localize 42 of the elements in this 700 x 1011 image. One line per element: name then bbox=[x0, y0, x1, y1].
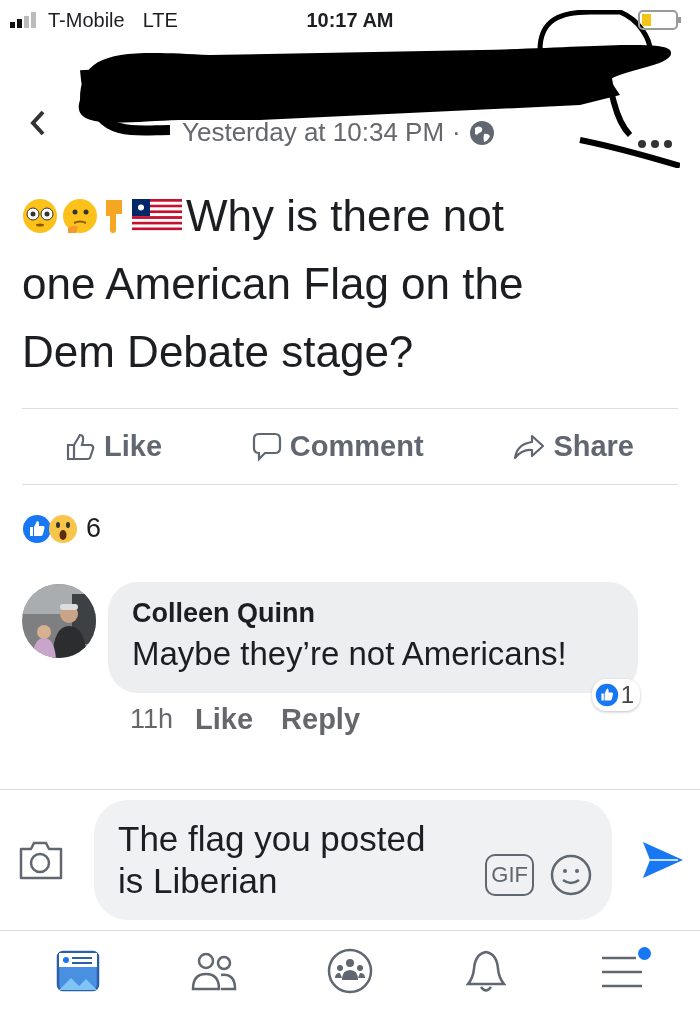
comment-action-link[interactable]: Reply bbox=[275, 701, 367, 738]
comment-author[interactable]: Colleen Quinn bbox=[132, 598, 616, 629]
gif-button[interactable]: GIF bbox=[485, 854, 534, 896]
separator-dot: · bbox=[452, 117, 461, 148]
camera-icon[interactable] bbox=[18, 839, 64, 881]
carrier-name: T-Mobile bbox=[48, 8, 125, 32]
post-text-line: Dem Debate stage? bbox=[22, 327, 414, 376]
thumbs-up-icon bbox=[66, 432, 96, 461]
thinking-face-icon bbox=[62, 198, 98, 234]
wow-face-icon bbox=[48, 513, 78, 544]
friends-icon bbox=[191, 951, 237, 991]
like-reaction-icon bbox=[22, 513, 52, 544]
like-reaction-icon bbox=[594, 683, 619, 707]
comment-action-link[interactable]: Like bbox=[189, 701, 260, 738]
bell-icon bbox=[466, 949, 506, 993]
share-arrow-icon bbox=[513, 433, 546, 460]
speech-bubble-icon bbox=[251, 431, 282, 462]
comment-age: 11h bbox=[130, 704, 174, 735]
send-icon[interactable] bbox=[642, 841, 684, 879]
like-button[interactable]: Like bbox=[62, 424, 167, 469]
post-text-line: one American Flag on the bbox=[22, 259, 524, 308]
network-type: LTE bbox=[142, 8, 178, 32]
post-timestamp: Yesterday at 10:34 PM bbox=[182, 117, 445, 148]
comment-text: Maybe they’re not Americans! bbox=[132, 635, 568, 673]
comment-input-field[interactable]: The flag you posted is Liberian GIF bbox=[94, 800, 612, 920]
notification-dot bbox=[638, 947, 651, 960]
battery-icon bbox=[638, 10, 682, 30]
flushed-face-icon bbox=[22, 198, 58, 234]
post-text-line: Why is there not bbox=[186, 190, 504, 242]
groups-icon bbox=[327, 948, 373, 994]
comment-button[interactable]: Comment bbox=[247, 424, 428, 469]
share-button[interactable]: Share bbox=[509, 424, 638, 469]
clock-time: 10:17 AM bbox=[306, 8, 394, 32]
striped-flag-icon bbox=[132, 199, 182, 233]
globe-icon bbox=[468, 119, 495, 146]
news-feed-icon bbox=[56, 950, 100, 992]
reaction-count: 6 bbox=[86, 513, 102, 544]
menu-icon bbox=[600, 954, 644, 988]
smiley-icon[interactable] bbox=[550, 854, 592, 896]
more-icon[interactable] bbox=[638, 140, 672, 148]
back-icon[interactable] bbox=[30, 110, 46, 136]
comment-like-count: 1 bbox=[620, 681, 634, 709]
